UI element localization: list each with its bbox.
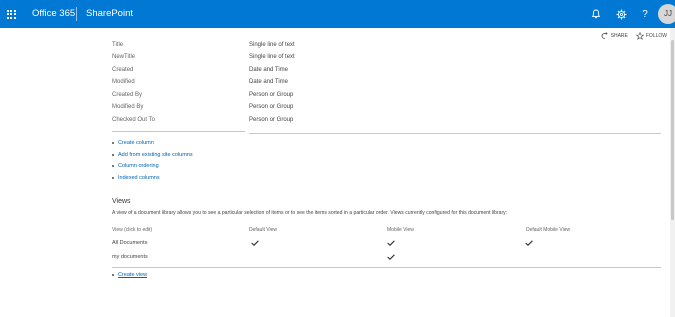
column-type: Person or Group [249,104,294,110]
bell-icon[interactable] [588,6,604,22]
column-type: Date and Time [249,67,289,73]
columns-divider [249,133,661,134]
column-name-link[interactable]: NewTitle [112,54,135,60]
columns-name-divider [112,131,245,132]
app-launcher-icon[interactable] [0,0,22,28]
column-type: Person or Group [249,92,294,98]
column-type: Single line of text [249,42,295,48]
column-name-link[interactable]: Created [112,67,133,73]
add-existing-site-columns-link[interactable]: Add from existing site columns [112,152,193,158]
views-header-mobile: Mobile View [387,227,414,233]
check-icon [387,254,395,260]
office-365-brand[interactable]: Office 365 [32,0,75,28]
column-name-link[interactable]: Checked Out To [112,117,155,123]
create-view-link[interactable]: Create view [112,272,147,278]
column-type: Person or Group [249,117,294,123]
views-divider [112,267,661,268]
column-type: Date and Time [249,79,289,85]
star-icon [635,32,644,40]
column-name-link[interactable]: Title [112,42,123,48]
share-icon [601,32,608,39]
avatar[interactable]: JJ [658,4,675,24]
sharepoint-app-name[interactable]: SharePoint [86,0,133,28]
view-name-link[interactable]: All Documents [112,240,147,246]
column-ordering-link[interactable]: Column ordering [112,163,159,169]
views-header-name: View (click to edit) [112,227,153,233]
check-icon [251,240,259,246]
create-column-link[interactable]: Create column [112,140,154,146]
share-button[interactable]: SHARE [601,32,628,40]
suite-bar: Office 365 SharePoint ? JJ [0,0,675,28]
column-name-link[interactable]: Created By [112,92,142,98]
page-actions: SHARE FOLLOW [601,30,667,42]
brand-divider [76,7,77,21]
check-icon [525,240,533,246]
follow-label: FOLLOW [645,33,667,39]
column-name-link[interactable]: Modified By [112,104,143,110]
column-type: Single line of text [249,54,295,60]
views-header-default: Default View [249,227,277,233]
indexed-columns-link[interactable]: Indexed columns [112,175,160,181]
help-icon[interactable]: ? [637,6,653,22]
gear-icon[interactable] [613,6,629,22]
views-header-default-mobile: Default Mobile View [526,227,571,233]
views-description: A view of a document library allows you … [112,210,508,216]
check-icon [387,240,395,246]
view-name-link[interactable]: my documents [112,254,148,260]
follow-button[interactable]: FOLLOW [635,32,667,40]
views-heading: Views [112,198,131,205]
scrollbar-thumb[interactable] [671,40,674,220]
share-label: SHARE [610,33,628,39]
column-name-link[interactable]: Modified [112,79,135,85]
